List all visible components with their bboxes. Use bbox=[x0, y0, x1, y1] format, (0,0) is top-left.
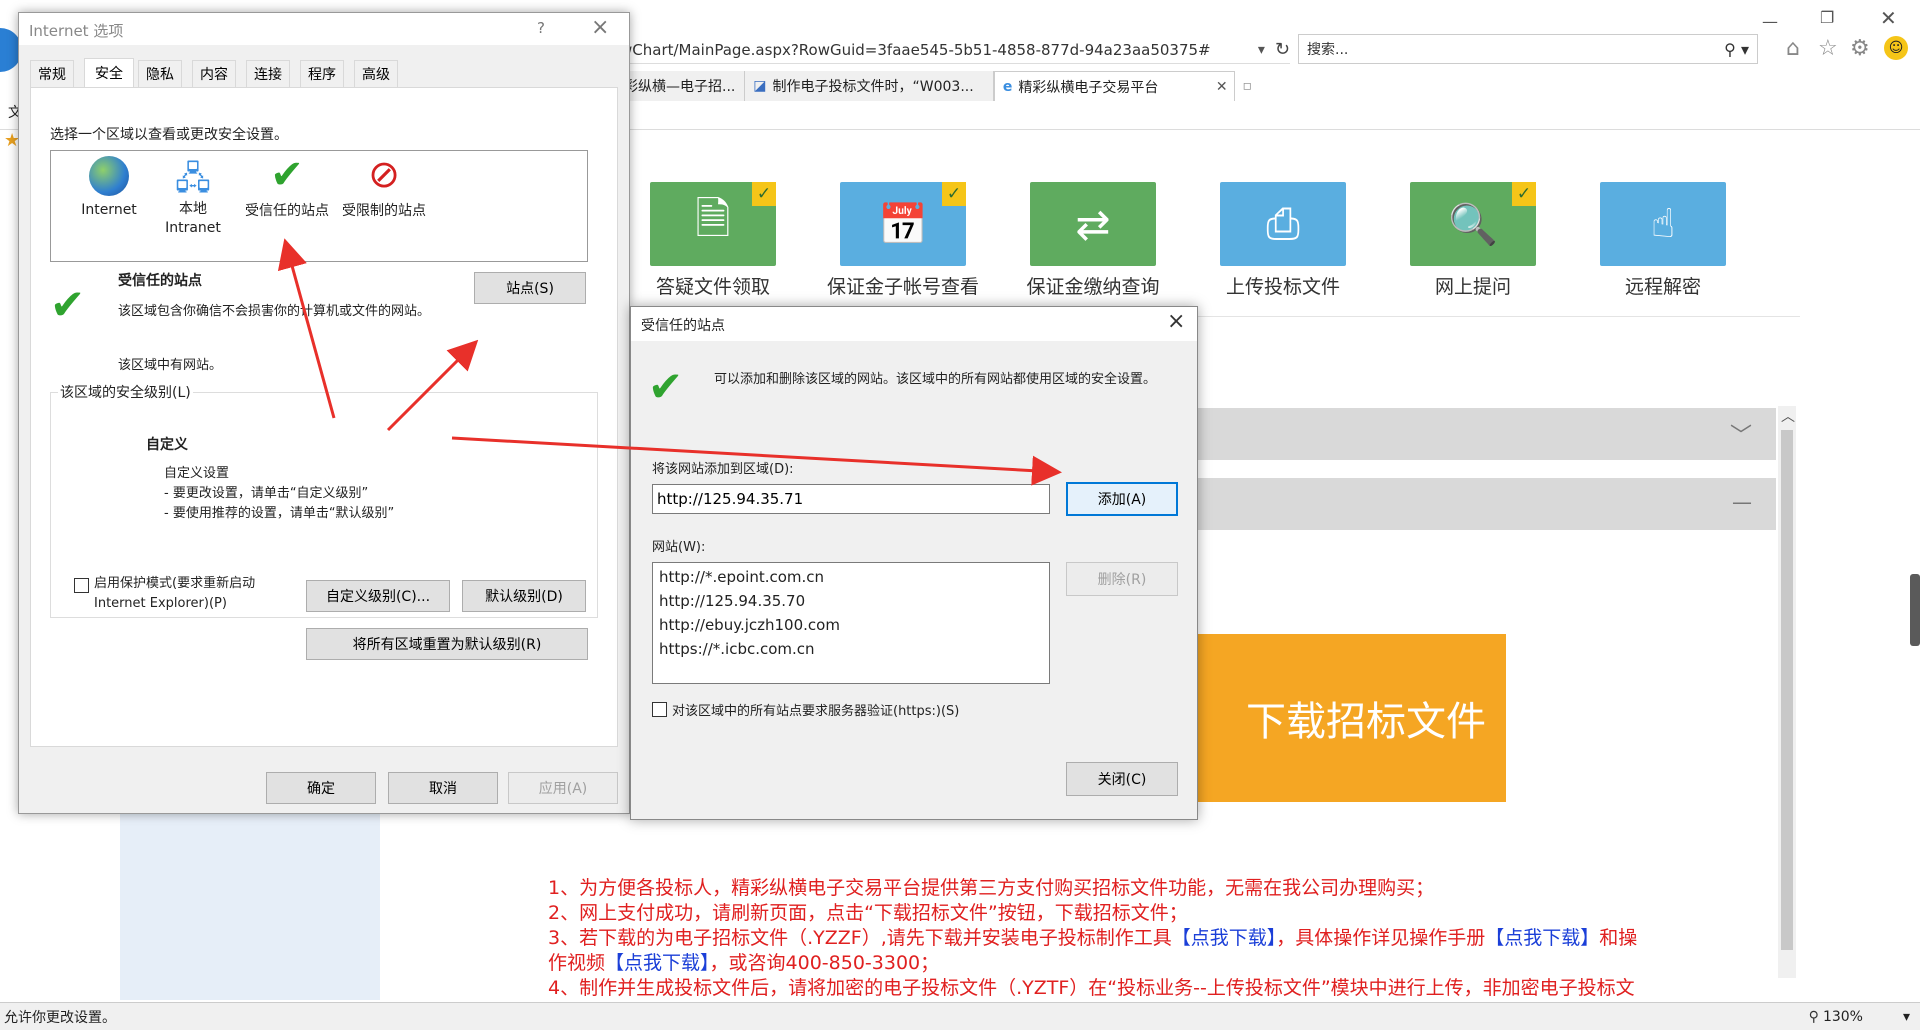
arrow-to-add-button bbox=[451, 436, 1062, 486]
annotation-arrows bbox=[277, 238, 1062, 486]
arrow-to-sites-button bbox=[386, 339, 479, 432]
arrow-to-trusted-zone bbox=[277, 238, 336, 419]
